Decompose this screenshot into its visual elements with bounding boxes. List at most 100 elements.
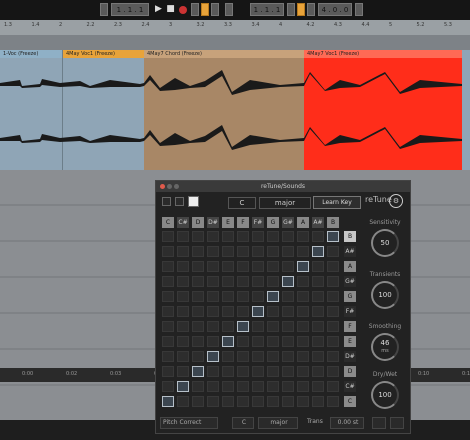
output-note-key[interactable]: A: [344, 261, 356, 272]
grid-cell[interactable]: [177, 276, 189, 287]
grid-cell[interactable]: [192, 291, 204, 302]
grid-cell[interactable]: [237, 366, 249, 377]
grid-cell[interactable]: [207, 276, 219, 287]
grid-cell[interactable]: [237, 291, 249, 302]
grid-cell[interactable]: [282, 366, 294, 377]
grid-cell-active[interactable]: [162, 396, 174, 407]
grid-cell[interactable]: [267, 321, 279, 332]
input-note-header[interactable]: D: [192, 217, 204, 228]
punch-in-button[interactable]: [287, 3, 295, 16]
grid-cell[interactable]: [267, 306, 279, 317]
bypass-button[interactable]: [372, 417, 386, 429]
grid-cell[interactable]: [297, 246, 309, 257]
output-note-key[interactable]: B: [344, 231, 356, 242]
grid-cell[interactable]: [162, 381, 174, 392]
output-note-key[interactable]: F: [344, 321, 356, 332]
grid-cell[interactable]: [192, 276, 204, 287]
grid-cell-active[interactable]: [237, 321, 249, 332]
grid-cell[interactable]: [237, 306, 249, 317]
grid-cell[interactable]: [237, 351, 249, 362]
grid-cell[interactable]: [207, 261, 219, 272]
scale-select[interactable]: major: [259, 197, 311, 209]
grid-cell[interactable]: [267, 336, 279, 347]
grid-cell[interactable]: [222, 321, 234, 332]
grid-cell[interactable]: [177, 336, 189, 347]
grid-cell[interactable]: [297, 396, 309, 407]
grid-cell[interactable]: [267, 396, 279, 407]
punch-out-button[interactable]: [307, 3, 315, 16]
grid-cell-active[interactable]: [267, 291, 279, 302]
grid-cell[interactable]: [282, 351, 294, 362]
grid-cell[interactable]: [237, 276, 249, 287]
view-mode-2-button[interactable]: [175, 197, 184, 206]
grid-cell-active[interactable]: [192, 366, 204, 377]
grid-cell[interactable]: [327, 336, 339, 347]
grid-cell[interactable]: [252, 321, 264, 332]
loop-switch[interactable]: [297, 3, 305, 16]
grid-cell[interactable]: [267, 276, 279, 287]
grid-cell[interactable]: [162, 306, 174, 317]
input-note-header[interactable]: F#: [252, 217, 264, 228]
grid-cell[interactable]: [327, 306, 339, 317]
grid-cell[interactable]: [297, 321, 309, 332]
grid-cell[interactable]: [252, 231, 264, 242]
grid-cell[interactable]: [237, 396, 249, 407]
options-button[interactable]: [390, 417, 404, 429]
grid-cell[interactable]: [207, 366, 219, 377]
grid-cell[interactable]: [252, 396, 264, 407]
grid-cell[interactable]: [312, 231, 324, 242]
grid-cell[interactable]: [192, 306, 204, 317]
grid-cell-active[interactable]: [222, 336, 234, 347]
grid-cell[interactable]: [192, 261, 204, 272]
grid-cell[interactable]: [222, 396, 234, 407]
beat-time-ruler[interactable]: 1.3 1.4 2 2.2 2.3 2.4 3 3.2 3.3 3.4 4 4.2 4.3 4.4 5 5.2…: [0, 20, 470, 50]
grid-cell-active[interactable]: [207, 351, 219, 362]
output-note-key[interactable]: C: [344, 396, 356, 407]
grid-cell[interactable]: [327, 321, 339, 332]
play-icon[interactable]: ▶: [154, 3, 163, 16]
arrangement-position-toggle[interactable]: [100, 3, 108, 16]
grid-cell[interactable]: [252, 246, 264, 257]
automation-arm-button[interactable]: [201, 3, 209, 16]
grid-cell[interactable]: [312, 321, 324, 332]
grid-cell[interactable]: [282, 231, 294, 242]
grid-cell[interactable]: [207, 291, 219, 302]
grid-cell[interactable]: [252, 336, 264, 347]
grid-cell[interactable]: [222, 276, 234, 287]
grid-cell[interactable]: [177, 291, 189, 302]
grid-cell[interactable]: [162, 276, 174, 287]
input-note-header[interactable]: A: [297, 217, 309, 228]
grid-cell[interactable]: [252, 366, 264, 377]
grid-cell[interactable]: [222, 291, 234, 302]
input-note-header[interactable]: G: [267, 217, 279, 228]
re-enable-automation-button[interactable]: [211, 3, 219, 16]
output-note-key[interactable]: D: [344, 366, 356, 377]
grid-cell[interactable]: [312, 351, 324, 362]
grid-cell[interactable]: [162, 261, 174, 272]
input-note-header[interactable]: G#: [282, 217, 294, 228]
grid-cell[interactable]: [282, 291, 294, 302]
grid-cell[interactable]: [162, 231, 174, 242]
grid-cell[interactable]: [222, 306, 234, 317]
grid-cell[interactable]: [207, 231, 219, 242]
grid-cell[interactable]: [327, 246, 339, 257]
output-note-key[interactable]: C#: [344, 381, 356, 392]
bottom-scale-select[interactable]: major: [258, 417, 298, 429]
grid-cell[interactable]: [237, 231, 249, 242]
overdub-button[interactable]: [191, 3, 199, 16]
input-note-header[interactable]: C: [162, 217, 174, 228]
grid-cell-active[interactable]: [252, 306, 264, 317]
grid-cell[interactable]: [162, 336, 174, 347]
grid-cell[interactable]: [297, 381, 309, 392]
draw-mode-button[interactable]: [355, 3, 363, 16]
grid-cell[interactable]: [267, 261, 279, 272]
grid-cell[interactable]: [177, 321, 189, 332]
grid-cell[interactable]: [192, 336, 204, 347]
grid-cell[interactable]: [312, 381, 324, 392]
input-note-header[interactable]: E: [222, 217, 234, 228]
grid-cell[interactable]: [252, 351, 264, 362]
grid-cell[interactable]: [297, 351, 309, 362]
grid-cell[interactable]: [252, 261, 264, 272]
record-icon[interactable]: [179, 6, 187, 14]
grid-cell[interactable]: [297, 366, 309, 377]
